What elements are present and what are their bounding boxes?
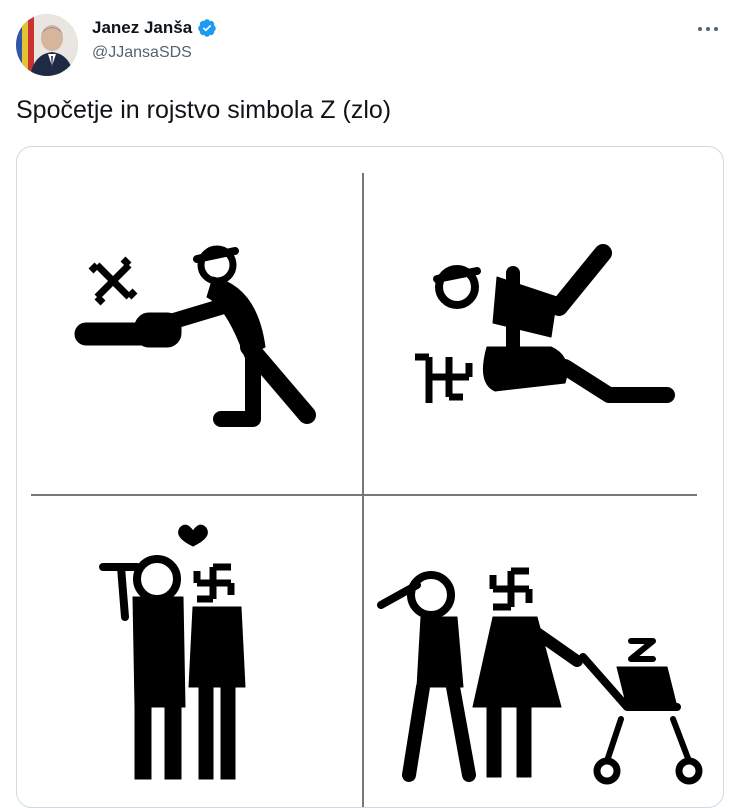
panel-bottom-right: [377, 567, 703, 785]
handle[interactable]: @JJansaSDS: [92, 44, 217, 62]
display-name[interactable]: Janez Janša: [92, 18, 192, 38]
tweet-media-image[interactable]: [16, 146, 724, 808]
avatar-photo: [16, 14, 78, 76]
name-row: Janez Janša: [92, 18, 217, 38]
panel-top-right: [415, 244, 675, 403]
cartoon-illustration: [31, 173, 703, 807]
tweet-text: Spočetje in rojstvo simbola Z (zlo): [16, 96, 392, 124]
panel-top-left: [74, 245, 316, 427]
tweet-card[interactable]: Janez Janša @JJansaSDS Spočetje in rojst…: [0, 0, 734, 808]
more-horizontal-icon[interactable]: [694, 18, 722, 40]
verified-badge-icon: [197, 18, 217, 38]
panel-bottom-left: [99, 524, 246, 780]
author-block[interactable]: Janez Janša @JJansaSDS: [92, 18, 217, 62]
avatar[interactable]: [16, 14, 78, 76]
